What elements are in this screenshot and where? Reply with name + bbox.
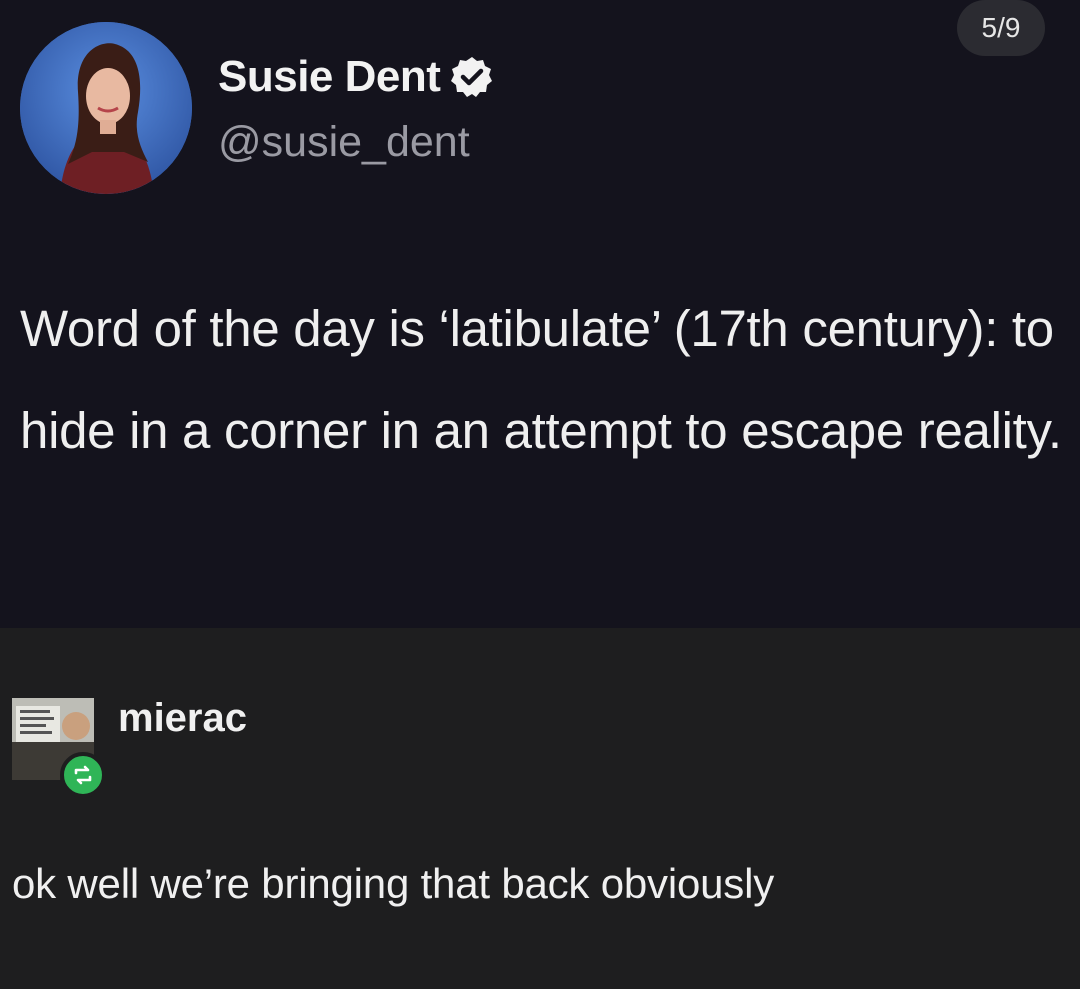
display-name[interactable]: Susie Dent (218, 52, 441, 102)
tweet-card: Susie Dent @susie_dent 5/9 Word of the d… (0, 0, 1080, 628)
reply-username[interactable]: mierac (118, 696, 247, 741)
name-row: Susie Dent (218, 52, 494, 102)
user-handle[interactable]: @susie_dent (218, 118, 470, 167)
page-indicator: 5/9 (957, 0, 1045, 56)
reply-text: ok well we’re bringing that back obvious… (12, 860, 774, 907)
avatar[interactable] (20, 22, 192, 194)
avatar-portrait (20, 22, 192, 194)
tweet-text: Word of the day is ‘latibulate’ (17th ce… (20, 300, 1062, 459)
verified-check-icon (450, 55, 494, 99)
reblog-icon (60, 752, 106, 798)
reply-post: mierac ok well we’re bringing that back … (0, 628, 1080, 989)
